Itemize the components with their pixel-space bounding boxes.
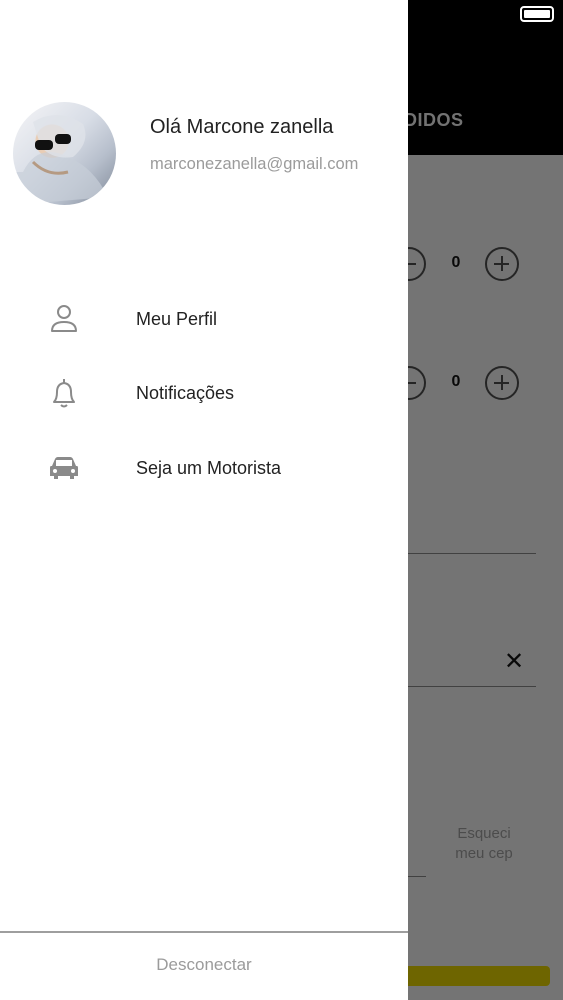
menu-item-driver[interactable]: Seja um Motorista [0, 438, 408, 498]
user-email: marconezanella@gmail.com [150, 155, 359, 173]
car-icon [46, 452, 82, 484]
logout-button[interactable]: Desconectar [0, 955, 408, 975]
divider [0, 931, 408, 933]
battery-full-icon [520, 6, 554, 22]
greeting-text: Olá Marcone zanella [150, 116, 334, 138]
menu-item-label: Notificações [136, 383, 235, 403]
avatar[interactable] [13, 102, 116, 205]
menu-item-label: Seja um Motorista [136, 458, 282, 478]
menu-item-profile[interactable]: Meu Perfil [0, 289, 408, 349]
menu-item-notifications[interactable]: Notificações [0, 363, 408, 423]
person-icon [46, 303, 82, 335]
menu-item-label: Meu Perfil [136, 309, 218, 329]
side-drawer: Olá Marcone zanella marconezanella@gmail… [0, 0, 408, 1000]
bell-icon [46, 377, 82, 409]
